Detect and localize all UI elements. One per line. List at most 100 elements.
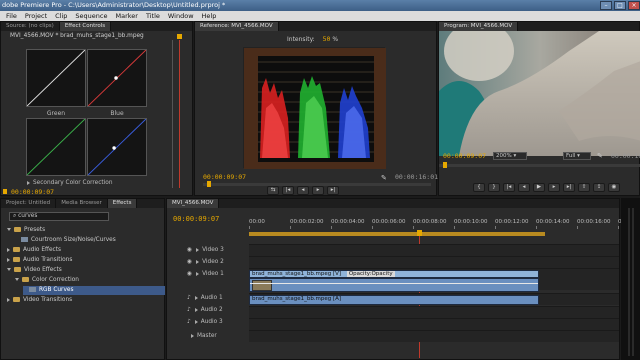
effects-folder[interactable]: Video Transitions	[7, 296, 165, 305]
tab-program[interactable]: Program: MVI_4566.MOV	[439, 22, 519, 31]
eye-icon[interactable]: ◉	[187, 247, 192, 253]
collapse-triangle-icon[interactable]	[7, 268, 11, 271]
prog-frame-forward-icon[interactable]: ▸	[548, 183, 560, 192]
menu-help[interactable]: Help	[198, 11, 221, 21]
program-playhead-icon[interactable]	[443, 162, 447, 168]
track-header[interactable]: ♪ Audio 3	[167, 316, 247, 328]
track-lane[interactable]	[249, 330, 619, 342]
effect-controls-timecode[interactable]: 00:00:09:07	[11, 188, 54, 196]
effects-folder[interactable]: Video Effects	[7, 266, 165, 275]
expand-triangle-icon[interactable]	[194, 295, 198, 300]
expand-triangle-icon[interactable]	[7, 257, 10, 262]
menu-title[interactable]: Title	[142, 11, 164, 21]
program-wrench-icon[interactable]: ✎	[597, 152, 603, 160]
go-to-in-icon[interactable]: |◂	[503, 183, 515, 192]
reference-timecode[interactable]: 00:00:09:07	[203, 173, 246, 181]
mark-in-icon[interactable]: {	[473, 183, 485, 192]
effects-folder[interactable]: Color Correction	[15, 276, 165, 285]
track-header[interactable]: ◉ Video 3	[167, 244, 247, 256]
track-lane[interactable]	[249, 244, 619, 256]
collapse-triangle-icon[interactable]	[15, 278, 19, 281]
track-header[interactable]: ♪ Audio 2	[167, 304, 247, 316]
expand-triangle-icon[interactable]	[7, 297, 10, 302]
zoom-dropdown[interactable]: 200% ▾	[493, 152, 527, 160]
menu-project[interactable]: Project	[21, 11, 51, 21]
prog-frame-back-icon[interactable]: ◂	[518, 183, 530, 192]
expand-triangle-icon[interactable]	[27, 180, 30, 185]
collapse-triangle-icon[interactable]	[7, 228, 11, 231]
track-lane[interactable]	[249, 318, 619, 330]
track-header[interactable]: ◉ Video 1	[167, 268, 247, 280]
maximize-button[interactable]: □	[614, 1, 626, 10]
menu-sequence[interactable]: Sequence	[71, 11, 111, 21]
quality-dropdown[interactable]: Full ▾	[563, 152, 591, 160]
expand-triangle-icon[interactable]	[196, 271, 200, 276]
expand-triangle-icon[interactable]	[7, 247, 10, 252]
expand-triangle-icon[interactable]	[191, 333, 194, 338]
program-timecode[interactable]: 00:00:09:07	[443, 152, 486, 160]
track-lane[interactable]	[249, 306, 619, 318]
video-clip-header[interactable]: brad_muhs_stage1_bb.mpeg [V] Opacity:Opa…	[249, 270, 539, 278]
step-forward-icon[interactable]: ▸|	[327, 186, 339, 195]
program-scrub-bar[interactable]	[439, 164, 640, 167]
track-header[interactable]: ♪ Audio 1	[167, 292, 247, 304]
close-button[interactable]: ×	[628, 1, 640, 10]
secondary-color-correction-row[interactable]: Secondary Color Correction	[27, 180, 113, 186]
master-curve[interactable]	[26, 49, 86, 107]
go-to-out-icon[interactable]: ▸|	[563, 183, 575, 192]
track-lane[interactable]	[249, 256, 619, 268]
mark-out-icon[interactable]: }	[488, 183, 500, 192]
time-ruler[interactable]: 00:00 00:00:02:00 00:00:04:00 00:00:06:00 00…	[249, 219, 640, 229]
tab-project[interactable]: Project: Untitled	[1, 199, 57, 208]
tab-sequence[interactable]: MVI_4566.MOV	[167, 199, 220, 208]
effects-folder[interactable]: Audio Transitions	[7, 256, 165, 265]
intensity-value[interactable]: 50	[323, 35, 331, 43]
expand-triangle-icon[interactable]	[196, 247, 200, 252]
tab-effect-controls[interactable]: Effect Controls	[59, 22, 112, 31]
red-curve[interactable]	[87, 49, 147, 107]
reference-playhead-icon[interactable]	[207, 181, 211, 187]
tab-source[interactable]: Source: (no clips)	[1, 22, 60, 31]
timeline-timecode[interactable]: 00:00:09:07	[173, 215, 219, 223]
minimize-button[interactable]: –	[600, 1, 612, 10]
extract-icon[interactable]: ⇪	[593, 183, 605, 192]
export-frame-icon[interactable]: ◉	[608, 183, 620, 192]
menu-file[interactable]: File	[2, 11, 21, 21]
track-header[interactable]: Master	[167, 330, 247, 342]
expand-triangle-icon[interactable]	[194, 319, 198, 324]
lift-icon[interactable]: ⇧	[578, 183, 590, 192]
blue-curve[interactable]	[87, 118, 147, 176]
work-area-bar[interactable]	[249, 232, 545, 236]
prog-play-icon[interactable]: ▶	[533, 183, 545, 192]
step-back-icon[interactable]: |◂	[282, 186, 294, 195]
effects-item[interactable]: Courtroom Size/Noise/Curves	[15, 236, 165, 245]
speaker-icon[interactable]: ♪	[187, 307, 191, 313]
expand-triangle-icon[interactable]	[196, 259, 200, 264]
menu-window[interactable]: Window	[164, 11, 198, 21]
menu-marker[interactable]: Marker	[111, 11, 141, 21]
effects-folder[interactable]: Presets	[7, 226, 165, 235]
opacity-line[interactable]	[250, 283, 538, 284]
speaker-icon[interactable]: ♪	[187, 319, 191, 325]
opacity-dropdown[interactable]: Opacity:Opacity	[346, 271, 395, 277]
wrench-icon[interactable]: ✎	[381, 174, 387, 182]
eye-icon[interactable]: ◉	[187, 271, 192, 277]
green-curve[interactable]	[26, 118, 86, 176]
play-icon[interactable]: ▸	[312, 186, 324, 195]
speaker-icon[interactable]: ♪	[187, 295, 191, 301]
gang-icon[interactable]: ⇆	[267, 186, 279, 195]
track-header[interactable]: ◉ Video 2	[167, 256, 247, 268]
effects-item[interactable]: RGB Curves	[23, 286, 165, 295]
tab-effects[interactable]: Effects	[107, 199, 138, 208]
tab-media-browser[interactable]: Media Browser	[56, 199, 108, 208]
playhead-marker-icon[interactable]	[177, 34, 182, 39]
expand-triangle-icon[interactable]	[194, 307, 198, 312]
effects-search-input[interactable]: ⌕ curves	[9, 212, 109, 221]
effects-folder[interactable]: Audio Effects	[7, 246, 165, 255]
video-clip-body[interactable]	[249, 278, 539, 292]
frame-back-icon[interactable]: ◂	[297, 186, 309, 195]
eye-icon[interactable]: ◉	[187, 259, 192, 265]
audio-clip[interactable]: brad_muhs_stage1_bb.mpeg [A]	[249, 295, 539, 305]
menu-clip[interactable]: Clip	[51, 11, 71, 21]
tab-reference[interactable]: Reference: MVI_4566.MOV	[195, 22, 279, 31]
